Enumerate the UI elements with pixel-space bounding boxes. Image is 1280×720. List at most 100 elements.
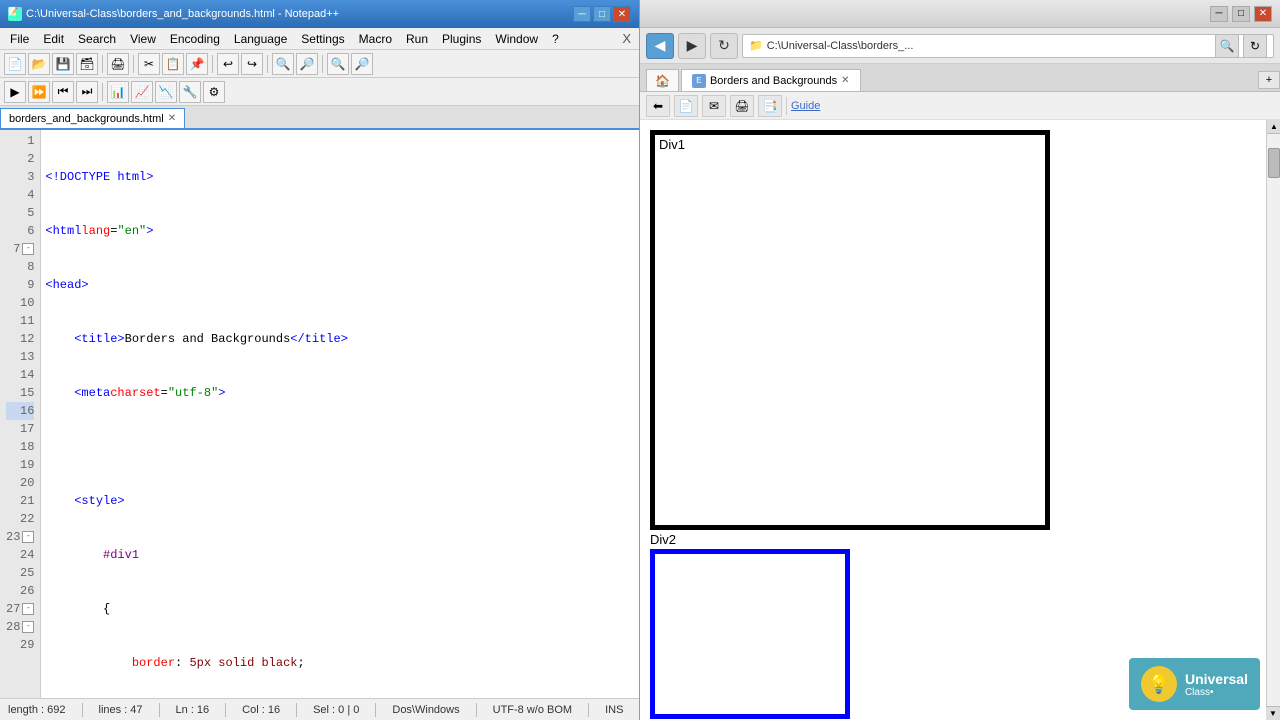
code-editor[interactable]: <!DOCTYPE html> <html lang="en"> <head> … (41, 130, 639, 698)
browser-tool-copy[interactable]: 📑 (758, 95, 782, 117)
toolbar-btn-c[interactable]: ⏮ (52, 81, 74, 103)
fold-23[interactable]: - (22, 531, 34, 543)
toolbar-btn-a[interactable]: ▶ (4, 81, 26, 103)
toolbar-btn-f[interactable]: 📈 (131, 81, 153, 103)
menu-run[interactable]: Run (400, 30, 434, 48)
toolbar-save[interactable]: 💾 (52, 53, 74, 75)
toolbar-open[interactable]: 📂 (28, 53, 50, 75)
line-num-14: 14 (6, 366, 34, 384)
browser-tool-mail[interactable]: ✉ (702, 95, 726, 117)
watermark-text-area: Universal Class• (1185, 671, 1248, 698)
line-num-11: 11 (6, 312, 34, 330)
toolbar-find[interactable]: 🔍 (272, 53, 294, 75)
toolbar-copy[interactable]: 📋 (162, 53, 184, 75)
menu-edit[interactable]: Edit (37, 30, 70, 48)
preview-area: Div1 Div2 (640, 120, 1266, 720)
browser-new-tab-button[interactable]: + (1258, 71, 1280, 89)
browser-minimize[interactable]: ─ (1210, 6, 1228, 22)
menu-bar: File Edit Search View Encoding Language … (0, 28, 639, 50)
browser-maximize[interactable]: □ (1232, 6, 1250, 22)
toolbar-undo[interactable]: ↩ (217, 53, 239, 75)
toolbar-btn-d[interactable]: ⏭ (76, 81, 98, 103)
code-line-4: <title>Borders and Backgrounds</title> (45, 330, 635, 348)
fold-27[interactable]: - (22, 603, 34, 615)
minimize-button[interactable]: ─ (573, 6, 591, 22)
line-num-9: 9 (6, 276, 34, 294)
tab-borders-bg[interactable]: borders_and_backgrounds.html ✕ (0, 108, 185, 128)
menu-search[interactable]: Search (72, 30, 122, 48)
browser-home-url[interactable]: Guide (791, 100, 820, 112)
browser-tab-label: Borders and Backgrounds (710, 75, 837, 87)
toolbar-btn-h[interactable]: 🔧 (179, 81, 201, 103)
close-button[interactable]: ✕ (613, 6, 631, 22)
browser-forward-button[interactable]: ▶ (678, 33, 706, 59)
menu-settings[interactable]: Settings (295, 30, 350, 48)
toolbar-redo[interactable]: ↪ (241, 53, 263, 75)
line-num-19: 19 (6, 456, 34, 474)
browser-tool-page[interactable]: 📄 (674, 95, 698, 117)
toolbar-row-1: 📄 📂 💾 🗃 🖨 ✂ 📋 📌 ↩ ↪ 🔍 🔎 🔍 🔎 (0, 50, 639, 78)
line-num-10: 10 (6, 294, 34, 312)
browser-tool-print[interactable]: 🖨 (730, 95, 754, 117)
toolbar-zoom-out[interactable]: 🔎 (351, 53, 373, 75)
menu-file[interactable]: File (4, 30, 35, 48)
toolbar-saveall[interactable]: 🗃 (76, 53, 98, 75)
menu-plugins[interactable]: Plugins (436, 30, 487, 48)
browser-title-bar: ─ □ ✕ (640, 0, 1280, 28)
line-num-13: 13 (6, 348, 34, 366)
scrollbar-down-arrow[interactable]: ▼ (1266, 706, 1280, 720)
menu-view[interactable]: View (124, 30, 162, 48)
browser-home-btn[interactable]: 🏠 (646, 69, 679, 91)
toolbar-btn-b[interactable]: ⏩ (28, 81, 50, 103)
status-ln: Ln : 16 (176, 704, 210, 716)
code-line-9: { (45, 600, 635, 618)
toolbar-print[interactable]: 🖨 (107, 53, 129, 75)
menu-window[interactable]: Window (489, 30, 544, 48)
status-sep-6 (476, 703, 477, 717)
browser-close[interactable]: ✕ (1254, 6, 1272, 22)
toolbar-btn-g[interactable]: 📉 (155, 81, 177, 103)
fold-7[interactable]: - (22, 243, 34, 255)
line-num-3: 3 (6, 168, 34, 186)
browser-tools: ⬅ 📄 ✉ 🖨 📑 Guide (646, 95, 820, 117)
menu-macro[interactable]: Macro (353, 30, 398, 48)
toolbar-zoom-in[interactable]: 🔍 (327, 53, 349, 75)
address-folder-icon: 📁 (749, 39, 763, 52)
browser-tab-close-icon[interactable]: ✕ (841, 75, 849, 86)
line-num-7: 7 - (6, 240, 34, 258)
menu-close-x[interactable]: X (618, 31, 635, 46)
browser-tab-favicon: E (692, 74, 706, 88)
tab-label: borders_and_backgrounds.html (9, 113, 164, 125)
toolbar-findreplace[interactable]: 🔎 (296, 53, 318, 75)
toolbar-cut[interactable]: ✂ (138, 53, 160, 75)
status-utf: UTF-8 w/o BOM (493, 704, 572, 716)
address-search-icon[interactable]: 🔍 (1215, 34, 1239, 58)
toolbar-btn-i[interactable]: ⚙ (203, 81, 225, 103)
menu-language[interactable]: Language (228, 30, 293, 48)
menu-encoding[interactable]: Encoding (164, 30, 226, 48)
address-refresh-icon[interactable]: ↻ (1243, 34, 1267, 58)
line-num-22: 22 (6, 510, 34, 528)
browser-scrollbar[interactable]: ▲ ▼ (1266, 120, 1280, 720)
status-sep-5 (375, 703, 376, 717)
browser-toolbar-divider (786, 97, 787, 115)
line-num-1: 1 (6, 132, 34, 150)
browser-back-button[interactable]: ◀ (646, 33, 674, 59)
maximize-button[interactable]: □ (593, 6, 611, 22)
toolbar-paste[interactable]: 📌 (186, 53, 208, 75)
browser-active-tab[interactable]: E Borders and Backgrounds ✕ (681, 69, 861, 91)
browser-tool-back[interactable]: ⬅ (646, 95, 670, 117)
toolbar-btn-e[interactable]: 📊 (107, 81, 129, 103)
fold-28[interactable]: - (22, 621, 34, 633)
line-num-8: 8 (6, 258, 34, 276)
menu-help[interactable]: ? (546, 30, 565, 48)
scrollbar-thumb[interactable] (1268, 148, 1280, 178)
toolbar-new[interactable]: 📄 (4, 53, 26, 75)
address-text[interactable]: C:\Universal-Class\borders_... (767, 40, 1211, 52)
tab-close-icon[interactable]: ✕ (168, 113, 176, 124)
line-num-17: 17 (6, 420, 34, 438)
status-sep-1 (82, 703, 83, 717)
scrollbar-up-arrow[interactable]: ▲ (1267, 120, 1280, 134)
notepad-title-bar: 📝 C:\Universal-Class\borders_and_backgro… (0, 0, 639, 28)
browser-reload-button[interactable]: ↻ (710, 33, 738, 59)
